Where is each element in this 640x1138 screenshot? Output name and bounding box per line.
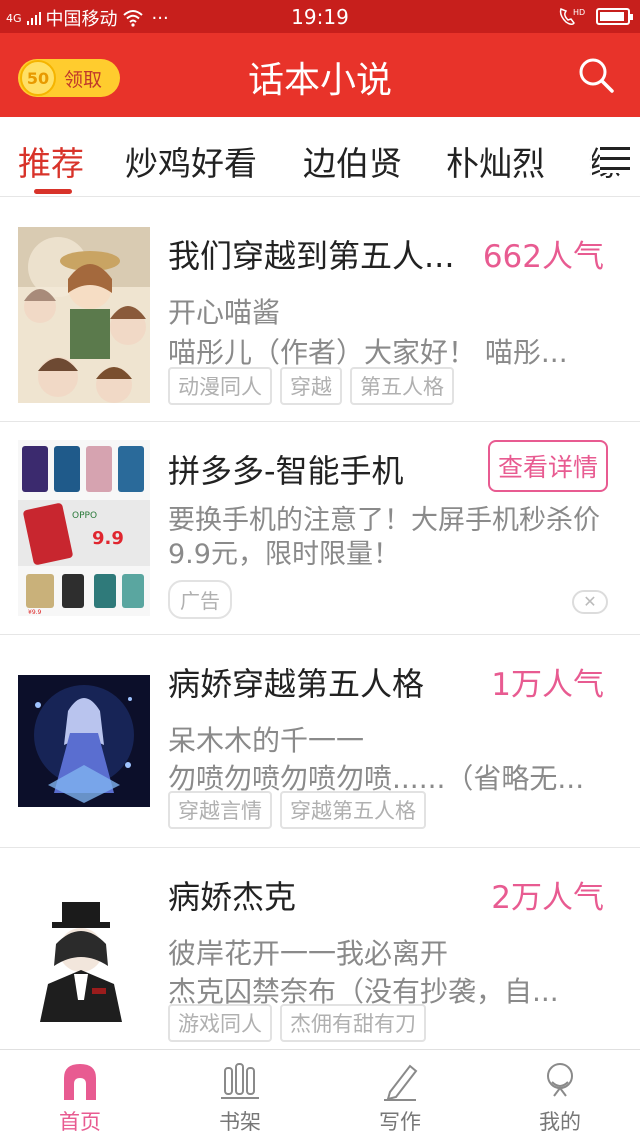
bookshelf-icon <box>221 1063 259 1099</box>
search-icon[interactable] <box>576 55 616 95</box>
novel-card[interactable]: 病娇杰克 2万人气 彼岸花开一一我必离开 杰克囚禁奈布（没有抄袭，自... 游戏… <box>0 848 640 1049</box>
novel-cover <box>18 227 150 403</box>
nav-home-label: 首页 <box>59 1110 101 1134</box>
novel-description: 喵彤儿（作者）大家好！ 喵彤... <box>168 336 568 369</box>
nav-bookshelf-label: 书架 <box>219 1110 261 1134</box>
home-icon <box>64 1064 96 1100</box>
active-tab-indicator <box>34 189 72 194</box>
view-details-button[interactable]: 查看详情 <box>488 440 608 492</box>
ad-brand-text: OPPO <box>72 511 97 521</box>
author-name: 彼岸花开一一我必离开 <box>168 937 449 970</box>
category-tabs: 推荐 炒鸡好看 边伯贤 朴灿烈 缘 <box>0 117 640 197</box>
tag[interactable]: 穿越言情 <box>168 791 272 829</box>
nav-home[interactable]: 首页 <box>0 1050 160 1138</box>
tag-list: 动漫同人 穿越 第五人格 <box>168 367 454 405</box>
tab-chaoji-haokan[interactable]: 炒鸡好看 <box>125 137 257 185</box>
status-bar: 4G 中国移动 ··· 19:19 HD <box>0 0 640 33</box>
bottom-nav: 首页 书架 写作 我的 <box>0 1049 640 1138</box>
tab-menu-icon[interactable] <box>600 145 630 173</box>
novel-card[interactable]: 病娇穿越第五人格 1万人气 呆木木的千一一 勿喷勿喷勿喷勿喷......（省略无… <box>0 635 640 848</box>
ad-cover: OPPO 9.9 ¥9.9 <box>18 440 150 616</box>
popularity-count: 662人气 <box>482 239 604 275</box>
tag[interactable]: 第五人格 <box>350 367 454 405</box>
hd-call-icon: HD <box>559 8 585 26</box>
status-time: 19:19 <box>291 5 349 29</box>
novel-title: 病娇杰克 <box>168 878 297 916</box>
tabs-fade <box>562 117 592 196</box>
novel-feed: 我们穿越到第五人... 662人气 开心喵酱 喵彤儿（作者）大家好！ 喵彤...… <box>0 197 640 1049</box>
tab-recommend[interactable]: 推荐 <box>18 137 84 185</box>
battery-icon <box>596 7 633 25</box>
author-name: 呆木木的千一一 <box>168 724 365 757</box>
novel-cover <box>18 675 150 807</box>
novel-title: 我们穿越到第五人... <box>168 237 455 275</box>
hd-label: HD <box>573 8 585 17</box>
app-title: 话本小说 <box>247 60 392 101</box>
author-name: 开心喵酱 <box>168 296 281 329</box>
nav-profile[interactable]: 我的 <box>480 1050 640 1138</box>
novel-card[interactable]: 我们穿越到第五人... 662人气 开心喵酱 喵彤儿（作者）大家好！ 喵彤...… <box>0 197 640 422</box>
tag[interactable]: 杰佣有甜有刀 <box>280 1004 426 1042</box>
nav-profile-label: 我的 <box>539 1110 581 1134</box>
nav-bookshelf[interactable]: 书架 <box>160 1050 320 1138</box>
tag[interactable]: 动漫同人 <box>168 367 272 405</box>
nav-write[interactable]: 写作 <box>320 1050 480 1138</box>
close-ad-icon[interactable]: ✕ <box>572 590 608 614</box>
novel-title: 病娇穿越第五人格 <box>168 665 425 703</box>
tab-piao-canlie[interactable]: 朴灿烈 <box>446 137 545 185</box>
profile-icon <box>547 1063 573 1097</box>
ad-price-text: 9.9 <box>92 528 124 549</box>
status-right: HD <box>558 6 633 26</box>
ad-card[interactable]: OPPO 9.9 ¥9.9 拼多多-智能手机 查看详情 要换手机的注意了！大屏手… <box>0 422 640 635</box>
tab-bian-boxian[interactable]: 边伯贤 <box>303 137 402 185</box>
ad-label: 广告 <box>168 580 232 619</box>
tag[interactable]: 穿越 <box>280 367 342 405</box>
nav-write-label: 写作 <box>379 1110 421 1134</box>
tag[interactable]: 穿越第五人格 <box>280 791 426 829</box>
tag[interactable]: 游戏同人 <box>168 1004 272 1042</box>
popularity-count: 2万人气 <box>491 880 604 916</box>
ad-description: 要换手机的注意了！大屏手机秒杀价9.9元，限时限量！ <box>168 505 600 570</box>
ad-price-small: ¥9.9 <box>28 609 42 616</box>
app-header: 50 领取 话本小说 <box>0 33 640 117</box>
popularity-count: 1万人气 <box>491 667 604 703</box>
ad-title: 拼多多-智能手机 <box>168 452 404 490</box>
tag-list: 游戏同人 杰佣有甜有刀 <box>168 1004 426 1042</box>
novel-cover <box>18 888 150 1022</box>
tag-list: 穿越言情 穿越第五人格 <box>168 791 426 829</box>
pencil-icon <box>384 1064 418 1101</box>
